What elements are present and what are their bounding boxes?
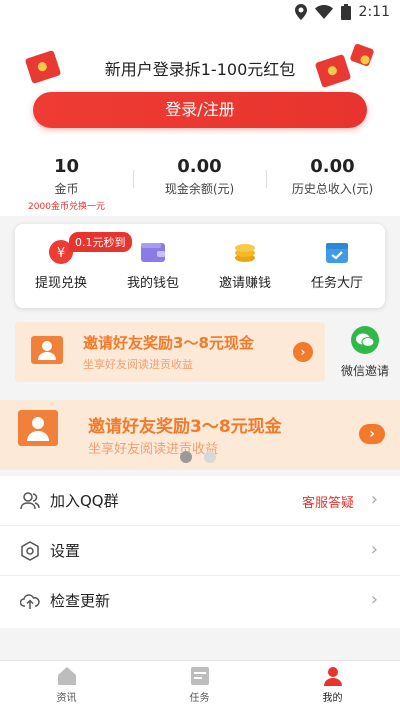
home-icon — [56, 665, 78, 687]
location-icon — [294, 4, 307, 20]
func-task-hall-label: 任务大厅 — [310, 276, 363, 291]
carousel-dot[interactable] — [204, 451, 216, 463]
profile-icon — [322, 665, 344, 687]
invite-banner-subtitle: 坐享好友阅读进贡收益 — [83, 358, 193, 371]
menu-item-check-update[interactable]: 检查更新 › — [0, 576, 400, 626]
wallet-icon — [139, 240, 167, 264]
tab-news-label: 资讯 — [56, 693, 77, 704]
carousel-dot[interactable] — [180, 451, 192, 463]
invite-banner-title: 邀请好友奖励3～8元现金 — [83, 334, 254, 352]
stat-coins[interactable]: 10 金币 2000金币兑换一元 — [0, 156, 133, 212]
func-wallet-label: 我的钱包 — [126, 276, 179, 291]
settings-hex-icon — [20, 541, 40, 561]
wechat-invite-label: 微信邀请 — [340, 364, 389, 378]
coin-value: 10 — [53, 156, 80, 177]
wechat-icon — [351, 326, 379, 354]
wechat-invite-button[interactable]: 微信邀请 — [330, 326, 400, 379]
function-grid: ¥ 提现兑换 0.1元秒到 我的钱包 邀请赚钱 任务大厅 — [15, 224, 385, 308]
tab-profile[interactable]: 我的 — [266, 665, 399, 704]
func-invite-earn-label: 邀请赚钱 — [218, 276, 271, 291]
tab-tasks-label: 任务 — [189, 693, 210, 704]
menu-item-settings[interactable]: 设置 › — [0, 526, 400, 576]
chevron-right-icon: › — [370, 489, 378, 510]
income-label: 历史总收入(元) — [291, 182, 374, 196]
func-withdraw-label: 提现兑换 — [34, 276, 87, 291]
chevron-right-icon: › — [370, 589, 378, 610]
invite-avatar-icon — [31, 336, 63, 364]
func-task-hall[interactable]: 任务大厅 — [291, 240, 383, 291]
svg-text:¥: ¥ — [57, 246, 65, 261]
carousel-title: 邀请好友奖励3～8元现金 — [88, 417, 282, 437]
status-bar: 2:11 — [0, 0, 400, 26]
menu-settings-label: 设置 — [50, 542, 81, 560]
cash-label: 现金余额(元) — [164, 182, 235, 196]
cash-value: 0.00 — [177, 156, 222, 177]
settings-menu: 加入QQ群 客服答疑 › 设置 › 检查更新 › — [0, 476, 400, 628]
status-time: 2:11 — [358, 4, 390, 20]
cloud-upload-icon — [19, 591, 40, 611]
tab-tasks[interactable]: 任务 — [133, 665, 266, 704]
tab-news[interactable]: 资讯 — [0, 665, 133, 704]
battery-icon — [340, 4, 351, 20]
account-stats: 10 金币 2000金币兑换一元 0.00 现金余额(元) 0.00 历史总收入… — [0, 156, 400, 214]
income-value: 0.00 — [310, 156, 355, 177]
status-icons: 2:11 — [294, 4, 390, 20]
coin-stack-icon — [231, 240, 259, 264]
invite-banner[interactable]: 邀请好友奖励3～8元现金 坐享好友阅读进贡收益 › — [15, 322, 325, 382]
carousel-dots — [180, 451, 216, 463]
task-icon — [189, 665, 211, 687]
func-invite-earn[interactable]: 邀请赚钱 — [199, 240, 291, 291]
carousel-arrow-icon[interactable]: › — [359, 424, 385, 444]
wifi-icon — [314, 5, 333, 19]
login-register-button[interactable]: 登录/注册 — [33, 92, 367, 128]
menu-qq-support-text: 客服答疑 — [301, 496, 354, 511]
coin-exchange-hint: 2000金币兑换一元 — [28, 202, 105, 212]
chevron-right-icon: › — [370, 539, 378, 560]
users-icon — [20, 491, 40, 511]
carousel-avatar-icon — [18, 410, 58, 446]
stat-total-income[interactable]: 0.00 历史总收入(元) — [266, 156, 399, 197]
calendar-check-icon — [323, 240, 351, 264]
menu-qq-label: 加入QQ群 — [50, 492, 119, 510]
menu-item-qq-group[interactable]: 加入QQ群 客服答疑 › — [0, 476, 400, 526]
promo-title: 新用户登录拆1-100元红包 — [104, 60, 296, 79]
invite-arrow-icon[interactable]: › — [293, 342, 313, 362]
tab-profile-label: 我的 — [322, 693, 343, 704]
func-wallet[interactable]: 我的钱包 — [107, 240, 199, 291]
coin-label: 金币 — [54, 182, 79, 196]
stat-cash-balance[interactable]: 0.00 现金余额(元) — [133, 156, 266, 197]
bottom-tab-bar: 资讯 任务 我的 — [0, 660, 400, 710]
menu-check-update-label: 检查更新 — [50, 592, 111, 610]
